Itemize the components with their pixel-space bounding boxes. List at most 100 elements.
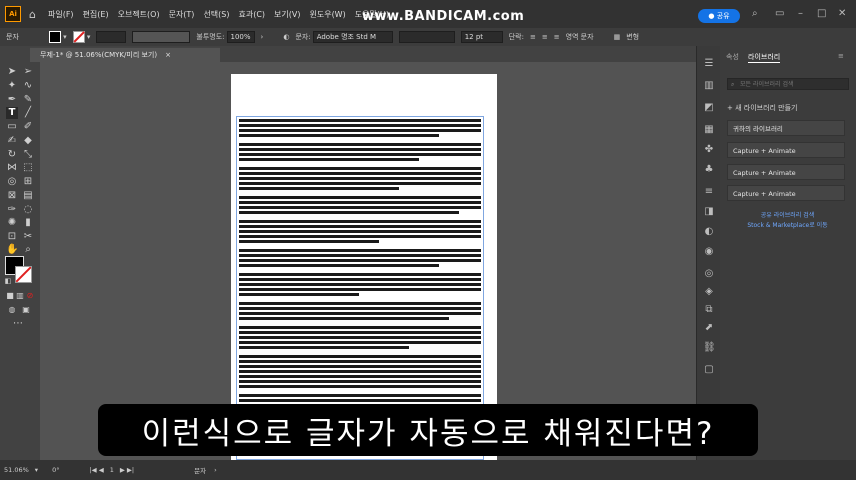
lasso-tool-icon[interactable]: ∿: [22, 80, 34, 92]
artboard-prev-icon[interactable]: |◀ ◀: [89, 466, 103, 474]
fill-swatch[interactable]: ▾: [48, 31, 67, 43]
library-item[interactable]: Capture + Animate: [727, 142, 845, 158]
library-item[interactable]: 귀하의 라이브러리: [727, 120, 845, 136]
screen-mode-icon[interactable]: ▣: [20, 304, 32, 316]
maximize-icon[interactable]: □: [817, 8, 826, 19]
area-type-label[interactable]: 영역 문자: [566, 32, 594, 42]
artboards-panel-icon[interactable]: ⧉: [703, 304, 715, 316]
document-tab[interactable]: 무제-1* @ 51.06%(CMYK/미리 보기) ×: [30, 47, 220, 62]
gradient-panel-icon[interactable]: ◨: [703, 206, 715, 218]
asset-export-icon[interactable]: ⬈: [703, 322, 715, 334]
menu-object[interactable]: 오브젝트(O): [118, 9, 160, 20]
menu-select[interactable]: 선택(S): [203, 9, 229, 20]
variable-width-field[interactable]: [132, 31, 191, 43]
gradient-tool-icon[interactable]: ▤: [22, 190, 34, 202]
swatches-panel-icon[interactable]: ▦: [703, 124, 715, 136]
zoom-dropdown-icon[interactable]: ▾: [35, 466, 38, 474]
menu-view[interactable]: 보기(V): [274, 9, 300, 20]
graphic-styles-panel-icon[interactable]: ◎: [703, 268, 715, 280]
perspective-grid-tool-icon[interactable]: ⊞: [22, 176, 34, 188]
transform-label[interactable]: 변형: [626, 32, 639, 42]
menu-type[interactable]: 문자(T): [169, 9, 195, 20]
stroke-weight-field[interactable]: [96, 31, 127, 43]
menu-edit[interactable]: 편집(E): [83, 9, 109, 20]
appearance-panel-icon[interactable]: ◉: [703, 246, 715, 258]
align-right-icon[interactable]: ≡: [554, 33, 560, 41]
recolor-icon[interactable]: ◐: [283, 33, 289, 41]
opacity-arrow-icon[interactable]: ›: [261, 33, 264, 41]
transparency-panel-icon[interactable]: ◐: [703, 226, 715, 238]
links-panel-icon[interactable]: ⛓: [703, 342, 716, 354]
selection-tool-icon[interactable]: ➤: [6, 66, 18, 78]
font-family-field[interactable]: Adobe 명조 Std M: [312, 31, 393, 43]
slice-tool-icon[interactable]: ✂: [22, 231, 34, 243]
tab-libraries[interactable]: 라이브러리: [748, 52, 781, 63]
scale-tool-icon[interactable]: ⤡: [22, 149, 34, 161]
properties-panel-icon[interactable]: ☰: [703, 58, 715, 70]
stock-marketplace-link[interactable]: Stock & Marketplace로 이동: [735, 221, 840, 231]
default-colors-icon[interactable]: ◧: [2, 275, 14, 287]
new-library-button[interactable]: + 새 라이브러리 만들기: [727, 103, 798, 113]
library-item[interactable]: Capture + Animate: [727, 185, 845, 201]
eraser-tool-icon[interactable]: ◆: [22, 135, 34, 147]
graph-tool-icon[interactable]: ▮: [22, 217, 34, 229]
rectangle-tool-icon[interactable]: ▭: [6, 121, 18, 133]
rotation-field[interactable]: 0°: [52, 466, 59, 474]
artboard-tool-icon[interactable]: ⊡: [6, 231, 18, 243]
symbol-sprayer-tool-icon[interactable]: ✺: [6, 217, 18, 229]
magic-wand-tool-icon[interactable]: ✦: [6, 80, 18, 92]
stroke-swatch[interactable]: ▾: [72, 31, 90, 43]
menu-window[interactable]: 윈도우(W): [309, 9, 345, 20]
zoom-tool-icon[interactable]: ⌕: [22, 244, 34, 256]
edit-toolbar-icon[interactable]: ⋯: [12, 318, 24, 330]
panel-menu-icon[interactable]: ≡: [838, 52, 844, 60]
close-icon[interactable]: ✕: [838, 8, 846, 19]
transform-icon[interactable]: ▦: [614, 33, 621, 41]
layers-panel-icon[interactable]: ◩: [703, 102, 715, 114]
curvature-tool-icon[interactable]: ✎: [22, 94, 34, 106]
shaper-tool-icon[interactable]: ✍: [6, 135, 18, 147]
library-item[interactable]: Capture + Animate: [727, 164, 845, 180]
paintbrush-tool-icon[interactable]: ✐: [22, 121, 34, 133]
font-size-field[interactable]: 12 pt: [460, 31, 503, 43]
share-button[interactable]: ● 공유: [698, 9, 740, 23]
stroke-panel-icon[interactable]: ≡: [703, 186, 715, 198]
browse-shared-libraries-link[interactable]: 공유 라이브러리 검색: [735, 211, 840, 221]
arrange-icon[interactable]: ▭: [775, 8, 784, 19]
tab-properties[interactable]: 속성: [726, 52, 739, 62]
symbols-panel-icon[interactable]: ♣: [703, 164, 715, 176]
home-icon[interactable]: ⌂: [29, 8, 36, 21]
minimize-icon[interactable]: –: [798, 8, 803, 19]
blend-tool-icon[interactable]: ◌: [22, 204, 34, 216]
opacity-field[interactable]: 100%: [226, 31, 255, 43]
shape-builder-tool-icon[interactable]: ◎: [6, 176, 18, 188]
hand-tool-icon[interactable]: ✋: [6, 244, 18, 256]
zoom-field[interactable]: 51.06%: [4, 466, 29, 474]
type-tool-icon[interactable]: T: [6, 107, 18, 119]
para-label[interactable]: 단락:: [509, 32, 524, 42]
line-tool-icon[interactable]: ╱: [22, 107, 34, 119]
library-search-input[interactable]: ⌕ 모든 라이브러리 검색: [727, 78, 849, 90]
mesh-tool-icon[interactable]: ⊠: [6, 190, 18, 202]
status-arrow-icon[interactable]: ›: [214, 466, 217, 474]
eyedropper-tool-icon[interactable]: ✑: [6, 204, 18, 216]
menu-file[interactable]: 파일(F): [48, 9, 74, 20]
artboard-next-icon[interactable]: ▶ ▶|: [120, 466, 134, 474]
draw-mode-icon[interactable]: ◍: [6, 304, 18, 316]
free-transform-tool-icon[interactable]: ⬚: [22, 162, 34, 174]
width-tool-icon[interactable]: ⋈: [6, 162, 18, 174]
align-center-icon[interactable]: ≡: [542, 33, 548, 41]
comments-panel-icon[interactable]: ▢: [703, 364, 715, 376]
search-icon[interactable]: ⌕: [752, 8, 758, 19]
font-style-field[interactable]: [398, 31, 455, 43]
menu-effect[interactable]: 효과(C): [238, 9, 265, 20]
direct-selection-tool-icon[interactable]: ➢: [22, 66, 34, 78]
artboard-number-field[interactable]: 1: [110, 466, 114, 474]
rotate-tool-icon[interactable]: ↻: [6, 149, 18, 161]
layers-stack-icon[interactable]: ◈: [703, 286, 715, 298]
brushes-panel-icon[interactable]: ✤: [703, 144, 715, 156]
libraries-panel-icon[interactable]: ▥: [703, 80, 715, 92]
stroke-color-box[interactable]: [15, 266, 32, 283]
pen-tool-icon[interactable]: ✒: [6, 94, 18, 106]
align-left-icon[interactable]: ≡: [530, 33, 536, 41]
